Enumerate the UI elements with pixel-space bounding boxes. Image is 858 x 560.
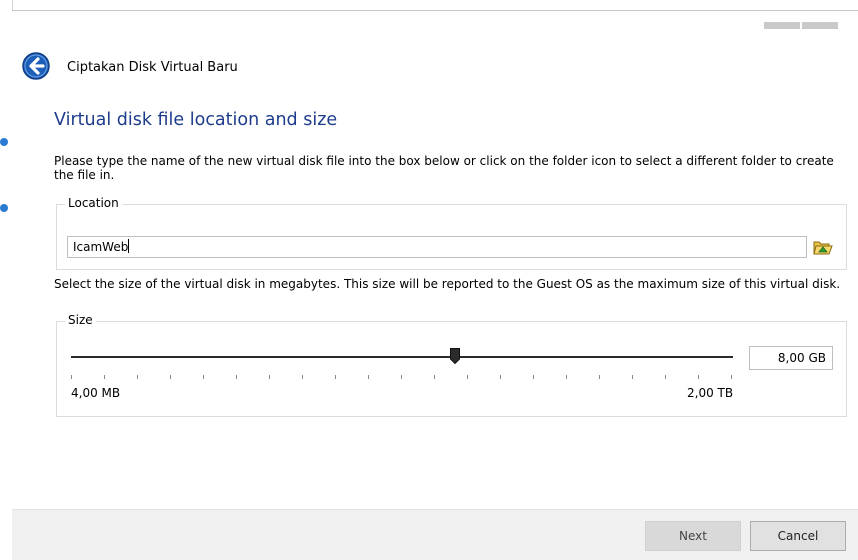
next-button[interactable]: Next [645, 521, 741, 551]
folder-open-icon [813, 241, 833, 255]
slider-tick [434, 375, 435, 379]
slider-tick [632, 375, 633, 379]
location-description: Please type the name of the new virtual … [54, 154, 834, 182]
size-group: Size 8,00 GB 4,00 MB 2,00 TB [56, 313, 847, 417]
slider-tick [368, 375, 369, 379]
slider-tick [500, 375, 501, 379]
back-button[interactable] [21, 51, 51, 81]
slider-tick [71, 375, 72, 379]
slider-tick [698, 375, 699, 379]
slider-tick [533, 375, 534, 379]
titlebar-control[interactable] [802, 22, 838, 29]
page: Ciptakan Disk Virtual Baru Virtual disk … [0, 0, 858, 560]
back-arrow-icon [22, 52, 50, 80]
page-heading: Virtual disk file location and size [54, 110, 338, 130]
titlebar-control[interactable] [764, 22, 800, 29]
slider-tick [137, 375, 138, 379]
slider-tick [599, 375, 600, 379]
slider-tick [104, 375, 105, 379]
cancel-button[interactable]: Cancel [750, 521, 846, 551]
slider-tick [467, 375, 468, 379]
dialog-footer: Next Cancel [12, 509, 858, 560]
size-value-input[interactable]: 8,00 GB [749, 346, 833, 370]
choose-folder-button[interactable] [811, 236, 835, 258]
slider-tick [731, 375, 732, 379]
size-group-label: Size [65, 313, 96, 327]
size-min-label: 4,00 MB [71, 386, 121, 400]
size-max-label: 2,00 TB [687, 386, 734, 400]
slider-tick [401, 375, 402, 379]
dialog-title: Ciptakan Disk Virtual Baru [67, 60, 238, 75]
slider-tick [170, 375, 171, 379]
location-input-value: IcamWeb [73, 240, 129, 254]
slider-track[interactable] [71, 356, 733, 358]
location-input[interactable]: IcamWeb [67, 236, 807, 258]
location-group: Location IcamWeb [56, 196, 847, 270]
slider-tick [335, 375, 336, 379]
slider-handle-icon [450, 348, 460, 365]
slider-tick [665, 375, 666, 379]
slider-tick [302, 375, 303, 379]
slider-tick [236, 375, 237, 379]
location-group-label: Location [65, 196, 122, 210]
slider-tick [203, 375, 204, 379]
text-caret [128, 239, 130, 253]
size-slider[interactable] [71, 344, 733, 384]
slider-tick [269, 375, 270, 379]
slider-thumb[interactable] [450, 348, 460, 365]
slider-tick [566, 375, 567, 379]
background-app-icon [0, 138, 8, 146]
background-app-icon [0, 204, 8, 212]
size-description: Select the size of the virtual disk in m… [54, 277, 841, 291]
create-virtual-disk-dialog: Ciptakan Disk Virtual Baru Virtual disk … [12, 11, 858, 560]
